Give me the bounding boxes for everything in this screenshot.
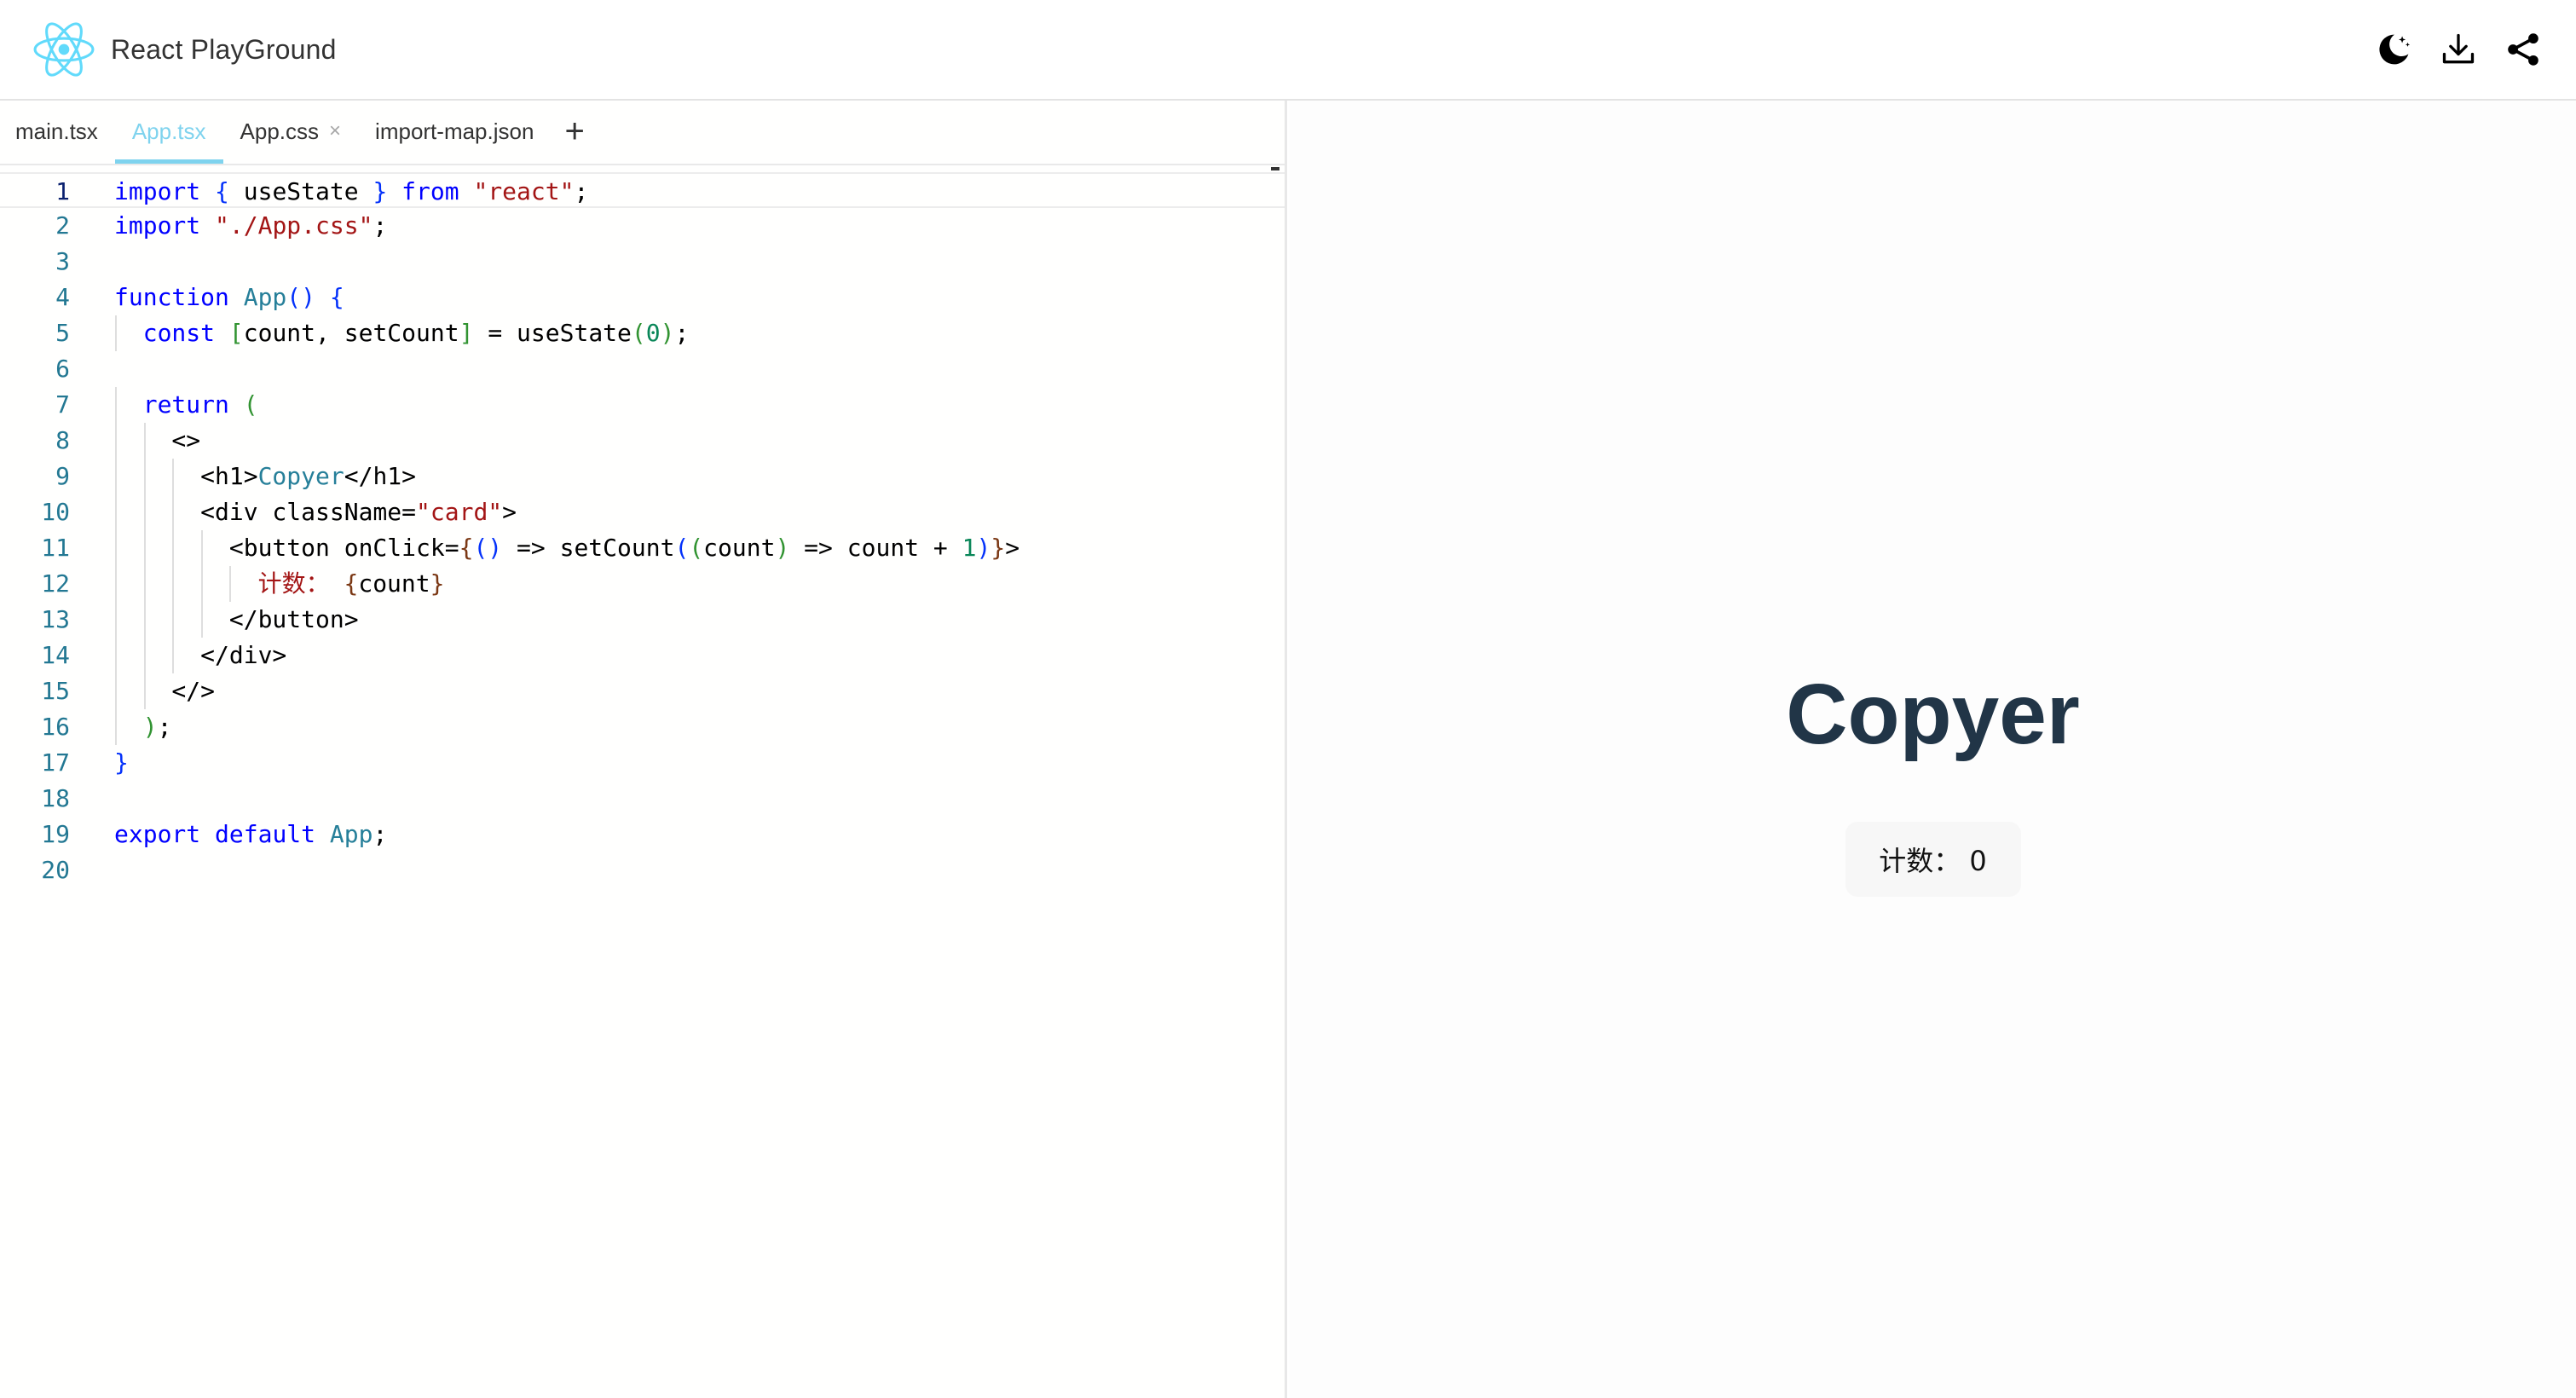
code-line[interactable]: 16 );	[0, 709, 1285, 745]
code-text: import { useState } from "react";	[114, 177, 589, 205]
code-line[interactable]: 5 const [count, setCount] = useState(0);	[0, 315, 1285, 351]
code-text: function App() {	[114, 283, 344, 311]
line-number: 20	[41, 856, 70, 884]
code-text: </>	[114, 677, 216, 705]
editor-pane: main.tsx App.tsx App.css × import-map.js…	[0, 101, 1287, 1398]
moon-icon	[2379, 34, 2411, 65]
code-line[interactable]: 7 return (	[0, 387, 1285, 423]
code-text: 计数： {count}	[257, 569, 445, 598]
file-tabs: main.tsx App.tsx App.css × import-map.js…	[0, 99, 1285, 170]
code-text: <>	[114, 426, 201, 454]
code-line[interactable]: 1 import { useState } from "react";	[0, 172, 1285, 208]
line-number: 7	[55, 390, 70, 419]
line-number: 19	[41, 820, 70, 848]
code-line[interactable]: 17}	[0, 745, 1285, 781]
tab-label: main.tsx	[15, 118, 98, 144]
react-logo-icon	[32, 18, 95, 81]
line-number: 6	[55, 355, 70, 383]
tab-app-css[interactable]: App.css ×	[240, 99, 359, 164]
line-number: 2	[55, 211, 70, 240]
code-text: export default App;	[114, 820, 388, 848]
code-text: }	[114, 748, 129, 777]
line-number: 17	[41, 748, 70, 777]
code-line[interactable]: 20	[0, 852, 1285, 888]
code-text: <button onClick={() => setCount((count) …	[114, 534, 1020, 562]
code-line[interactable]: 18	[0, 781, 1285, 817]
code-line[interactable]: 11 <button onClick={() => setCount((coun…	[0, 530, 1285, 566]
line-number: 4	[55, 283, 70, 311]
line-number: 11	[41, 534, 70, 562]
line-number: 1	[55, 177, 70, 205]
code-line[interactable]: 4 function App() {	[0, 280, 1285, 315]
code-line[interactable]: 3	[0, 244, 1285, 280]
code-text: <h1>Copyer</h1>	[114, 462, 417, 490]
active-tab-indicator	[114, 159, 223, 164]
line-number: 10	[41, 498, 70, 526]
code-text: );	[142, 713, 172, 741]
code-text: </div>	[114, 641, 287, 669]
line-number: 12	[41, 569, 70, 598]
code-line[interactable]: 10 <div className="card">	[0, 494, 1285, 530]
tab-main-tsx[interactable]: main.tsx	[15, 99, 115, 164]
code-line[interactable]: 6	[0, 351, 1285, 387]
tab-label: App.css	[240, 118, 320, 144]
code-line[interactable]: 9 <h1>Copyer</h1>	[0, 459, 1285, 494]
line-number: 16	[41, 713, 70, 741]
top-header: React PlayGround	[0, 0, 2576, 101]
line-number: 8	[55, 426, 70, 454]
preview-pane: Copyer 计数： 0	[1290, 101, 2576, 1398]
header-actions	[2373, 29, 2544, 70]
line-number: 9	[55, 462, 70, 490]
close-icon[interactable]: ×	[329, 119, 341, 143]
code-line[interactable]: 19 export default App;	[0, 817, 1285, 852]
line-number: 5	[55, 319, 70, 347]
plus-icon: +	[564, 112, 585, 150]
code-line[interactable]: 2 import "./App.css";	[0, 208, 1285, 244]
code-line[interactable]: 14 </div>	[0, 638, 1285, 673]
brand: React PlayGround	[32, 18, 337, 81]
tab-import-map-json[interactable]: import-map.json	[375, 99, 551, 164]
line-number: 14	[41, 641, 70, 669]
code-text: </button>	[114, 605, 359, 633]
line-number: 13	[41, 605, 70, 633]
tab-app-tsx[interactable]: App.tsx	[114, 99, 223, 164]
code-text: <div className="card">	[114, 498, 517, 526]
line-number: 15	[41, 677, 70, 705]
code-line[interactable]: 15 </>	[0, 673, 1285, 709]
code-line[interactable]: 12 计数： {count}	[0, 566, 1285, 602]
download-button[interactable]	[2438, 29, 2479, 70]
code-line[interactable]: 8 <>	[0, 423, 1285, 459]
share-button[interactable]	[2503, 29, 2544, 70]
tab-label: import-map.json	[375, 118, 534, 144]
tab-label: App.tsx	[131, 118, 206, 144]
counter-button[interactable]: 计数： 0	[1845, 822, 2021, 897]
preview-heading: Copyer	[1786, 667, 2080, 762]
add-file-button[interactable]: +	[564, 99, 584, 164]
share-icon	[2508, 33, 2538, 66]
line-number: 3	[55, 247, 70, 275]
code-text: import "./App.css";	[114, 211, 388, 240]
theme-toggle-button[interactable]	[2373, 29, 2414, 70]
code-text: const [count, setCount] = useState(0);	[142, 319, 690, 347]
code-editor[interactable]: 1 import { useState } from "react"; 2 impor…	[0, 165, 1285, 888]
line-number: 18	[41, 784, 70, 812]
download-icon	[2442, 33, 2475, 64]
code-text: return (	[142, 390, 258, 419]
code-line[interactable]: 13 </button>	[0, 602, 1285, 638]
app-title: React PlayGround	[111, 33, 337, 65]
